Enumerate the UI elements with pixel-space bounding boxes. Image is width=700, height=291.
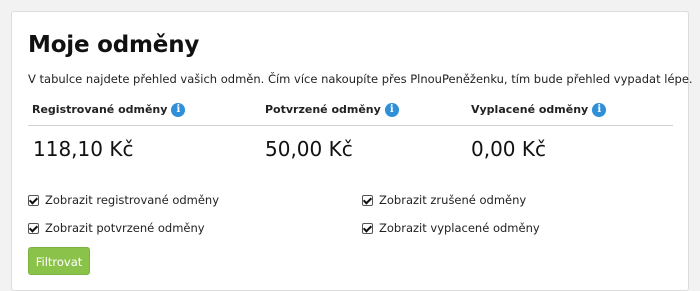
intro-text: V tabulce najdete přehled vašich odměn. …: [28, 72, 693, 86]
filter-registered-checkbox[interactable]: [28, 194, 39, 206]
page-title: Moje odměny: [28, 32, 200, 58]
paid-rewards-value: 0,00 Kč: [471, 137, 546, 161]
confirmed-rewards-label-text: Potvrzené odměny: [265, 103, 381, 116]
paid-rewards-label-text: Vyplacené odměny: [471, 103, 589, 116]
info-icon[interactable]: i: [592, 103, 607, 117]
paid-rewards-label: Vyplacené odměny i: [471, 102, 607, 118]
filter-paid-label: Zobrazit vyplacené odměny: [379, 221, 540, 235]
info-icon[interactable]: i: [171, 103, 186, 117]
filter-confirmed-option[interactable]: Zobrazit potvrzené odměny: [28, 220, 205, 236]
filter-confirmed-label: Zobrazit potvrzené odměny: [45, 221, 205, 235]
filter-registered-option[interactable]: Zobrazit registrované odměny: [28, 192, 219, 208]
registered-rewards-label: Registrované odměny i: [32, 102, 186, 118]
filter-cancelled-checkbox[interactable]: [362, 194, 373, 206]
stats-divider: [28, 125, 673, 126]
rewards-card: Moje odměny V tabulce najdete přehled va…: [11, 11, 693, 291]
filter-registered-label: Zobrazit registrované odměny: [45, 193, 220, 207]
confirmed-rewards-label: Potvrzené odměny i: [265, 102, 399, 118]
filter-paid-checkbox[interactable]: [362, 222, 373, 234]
confirmed-rewards-value: 50,00 Kč: [265, 137, 353, 161]
filter-cancelled-option[interactable]: Zobrazit zrušené odměny: [362, 192, 526, 208]
filter-cancelled-label: Zobrazit zrušené odměny: [379, 193, 527, 207]
filter-confirmed-checkbox[interactable]: [28, 222, 39, 234]
registered-rewards-label-text: Registrované odměny: [32, 103, 168, 116]
filter-paid-option[interactable]: Zobrazit vyplacené odměny: [362, 220, 540, 236]
registered-rewards-value: 118,10 Kč: [33, 137, 134, 161]
info-icon[interactable]: i: [384, 103, 399, 117]
filter-button[interactable]: Filtrovat: [28, 247, 90, 275]
